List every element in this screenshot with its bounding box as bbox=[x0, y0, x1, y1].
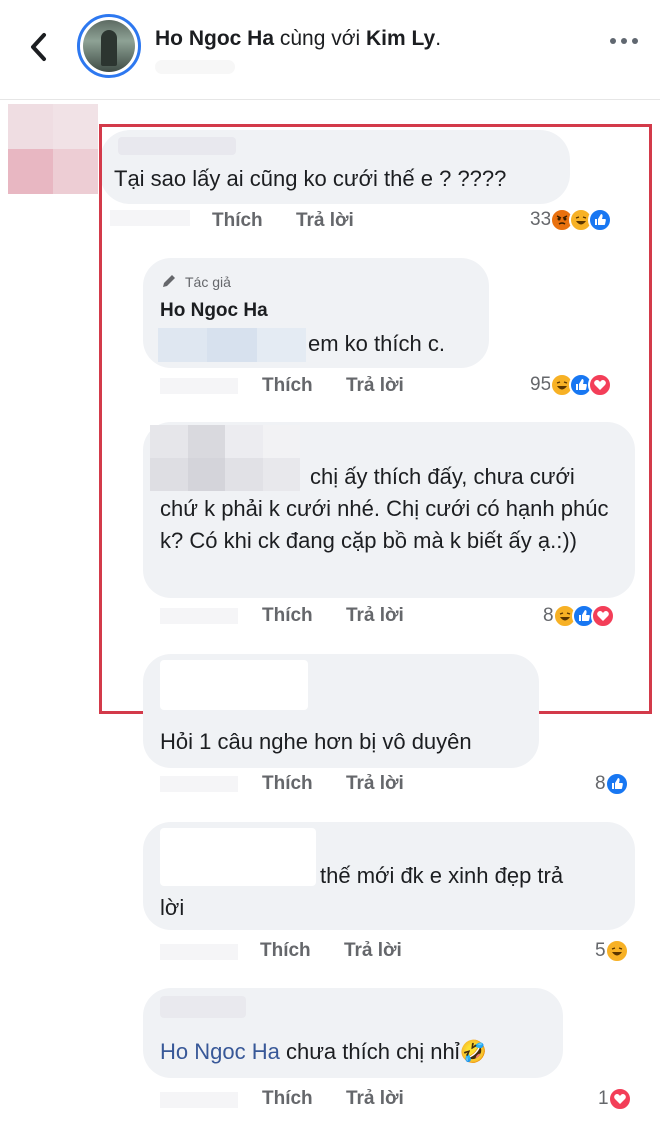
reaction-summary[interactable]: 1 bbox=[598, 1087, 632, 1111]
like-button[interactable]: Thích bbox=[262, 605, 313, 626]
like-icon bbox=[588, 208, 613, 232]
commenter-name-blurred bbox=[160, 828, 316, 886]
comment-text: Hỏi 1 câu nghe hơn bị vô duyên bbox=[160, 729, 472, 754]
comment-text: Ho Ngoc Ha chưa thích chị nhỉ🤣 bbox=[160, 1036, 487, 1068]
reply-button[interactable]: Trả lời bbox=[344, 940, 402, 961]
comment-actions: Thích Trả lời bbox=[212, 210, 354, 232]
reaction-count: 95 bbox=[530, 374, 552, 395]
reaction-count: 1 bbox=[598, 1088, 609, 1109]
reply-button[interactable]: Trả lời bbox=[346, 773, 404, 794]
commenter-name-blurred bbox=[150, 425, 300, 491]
post-header: Ho Ngoc Ha cùng với Kim Ly. bbox=[0, 0, 660, 100]
reaction-summary[interactable]: 95 bbox=[530, 373, 613, 397]
comment-time-blurred bbox=[160, 1092, 238, 1108]
author-badge: Tác giả bbox=[185, 274, 231, 290]
comment-time-blurred bbox=[160, 944, 238, 960]
pencil-icon bbox=[163, 275, 175, 287]
reply-button[interactable]: Trả lời bbox=[296, 210, 354, 231]
commenter-avatar-blurred[interactable] bbox=[8, 104, 98, 194]
like-button[interactable]: Thích bbox=[212, 210, 263, 231]
love-icon bbox=[590, 604, 615, 628]
comment-text: chứ k phải k cưới nhé. Chị cưới có hạnh … bbox=[160, 496, 609, 553]
dot-icon bbox=[621, 38, 627, 44]
comment-text-line1: thế mới đk e xinh đẹp trả bbox=[320, 863, 564, 888]
reply-button[interactable]: Trả lời bbox=[346, 605, 404, 626]
avatar-image bbox=[83, 20, 135, 72]
love-icon bbox=[607, 1087, 632, 1111]
reaction-count: 8 bbox=[595, 773, 606, 794]
reaction-count: 8 bbox=[543, 605, 554, 626]
mention-link[interactable]: Ho Ngoc Ha bbox=[160, 1039, 280, 1064]
post-timestamp-blurred bbox=[155, 60, 235, 74]
love-icon bbox=[588, 373, 613, 397]
like-button[interactable]: Thích bbox=[260, 940, 311, 961]
comment-text: Tại sao lấy ai cũng ko cưới thế e ? ???? bbox=[114, 166, 507, 191]
mention-blurred bbox=[158, 328, 306, 362]
reaction-count: 5 bbox=[595, 940, 606, 961]
comment-text: lời bbox=[160, 895, 185, 920]
reply-button[interactable]: Trả lời bbox=[346, 1088, 404, 1109]
reaction-count: 33 bbox=[530, 209, 552, 230]
reaction-summary[interactable]: 8 bbox=[543, 604, 615, 628]
with-text: cùng với bbox=[274, 27, 366, 50]
post-author-name[interactable]: Ho Ngoc Ha bbox=[155, 27, 274, 50]
like-button[interactable]: Thích bbox=[262, 375, 313, 396]
reaction-summary[interactable]: 5 bbox=[595, 939, 629, 963]
dot-icon bbox=[632, 38, 638, 44]
reaction-summary[interactable]: 33 bbox=[530, 208, 613, 232]
haha-icon bbox=[604, 939, 629, 963]
comment-actions: Thích Trả lời bbox=[262, 605, 404, 627]
comment-time-blurred bbox=[110, 210, 190, 226]
tagged-name[interactable]: Kim Ly bbox=[366, 27, 435, 50]
post-title: Ho Ngoc Ha cùng với Kim Ly. bbox=[155, 27, 441, 51]
comment-time-blurred bbox=[160, 776, 238, 792]
commenter-name-blurred bbox=[160, 996, 246, 1018]
reaction-summary[interactable]: 8 bbox=[595, 772, 629, 796]
comment-actions: Thích Trả lời bbox=[262, 1088, 404, 1110]
comment-actions: Thích Trả lời bbox=[262, 375, 404, 397]
like-button[interactable]: Thích bbox=[262, 1088, 313, 1109]
like-button[interactable]: Thích bbox=[262, 773, 313, 794]
dot-icon bbox=[610, 38, 616, 44]
tagged-suffix: . bbox=[435, 27, 442, 50]
reply-button[interactable]: Trả lời bbox=[346, 375, 404, 396]
chevron-left-icon bbox=[31, 33, 46, 61]
comment-author-name[interactable]: Ho Ngoc Ha bbox=[160, 300, 268, 322]
comment-actions: Thích Trả lời bbox=[262, 773, 404, 795]
comment-actions: Thích Trả lời bbox=[260, 940, 402, 962]
author-avatar[interactable] bbox=[77, 14, 141, 78]
comment-body: chưa thích chị nhỉ bbox=[279, 1039, 460, 1064]
more-options-button[interactable] bbox=[610, 38, 638, 44]
like-icon bbox=[604, 772, 629, 796]
rofl-emoji: 🤣 bbox=[459, 1039, 488, 1064]
comment-text-line1: chị ấy thích đấy, chưa cưới bbox=[310, 464, 575, 489]
back-button[interactable] bbox=[22, 30, 56, 64]
comment-time-blurred bbox=[160, 608, 238, 624]
commenter-name-blurred bbox=[160, 660, 308, 710]
comment-time-blurred bbox=[160, 378, 238, 394]
comment-text: em ko thích c. bbox=[308, 331, 445, 356]
commenter-name-blurred bbox=[118, 137, 236, 155]
